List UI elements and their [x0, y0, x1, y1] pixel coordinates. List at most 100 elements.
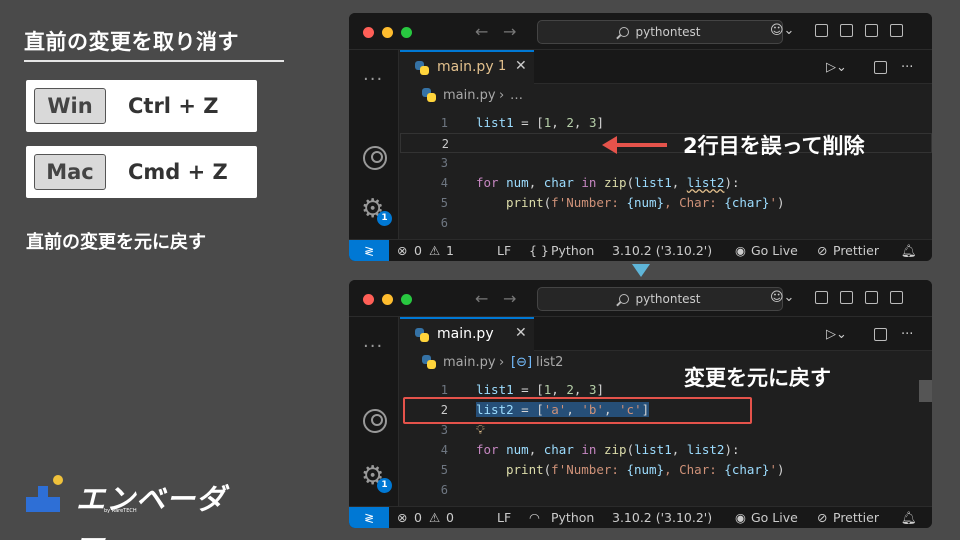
- breadcrumb-separator: ›: [499, 88, 505, 103]
- warnings-icon[interactable]: ⚠: [429, 243, 440, 258]
- run-python-icon[interactable]: ▷⌄: [826, 60, 847, 75]
- tab-main-py[interactable]: main.py 1 ✕: [400, 50, 534, 84]
- toggle-sidebar-icon[interactable]: [840, 24, 853, 37]
- copilot-menu-icon[interactable]: ☺⌄: [770, 290, 794, 305]
- toggle-secondary-sidebar-icon[interactable]: [890, 24, 903, 37]
- python-interpreter[interactable]: 3.10.2 ('3.10.2'): [612, 510, 712, 525]
- maximize-window-button[interactable]: [401, 294, 412, 305]
- breadcrumb-file[interactable]: main.py: [443, 88, 496, 103]
- minimize-window-button[interactable]: [382, 294, 393, 305]
- forward-arrow-icon[interactable]: →: [503, 289, 516, 308]
- line-number: 2: [441, 137, 449, 151]
- code-line: 4 for num, char in zip(list1, list2):: [400, 173, 932, 193]
- account-icon[interactable]: [363, 146, 387, 170]
- errors-icon[interactable]: ⊗: [397, 510, 407, 525]
- more-actions-icon[interactable]: ···: [901, 60, 913, 75]
- account-icon[interactable]: [363, 409, 387, 433]
- split-editor-icon[interactable]: [874, 61, 887, 74]
- breadcrumb-symbol[interactable]: list2: [536, 355, 563, 370]
- notifications-bell-icon[interactable]: 🔔︎: [901, 510, 917, 526]
- breadcrumb-separator: ›: [499, 355, 505, 370]
- broadcast-icon: ◉: [735, 243, 746, 258]
- breadcrumb-symbol[interactable]: …: [510, 88, 523, 103]
- prettier-icon: ⊘: [817, 510, 828, 525]
- minimize-window-button[interactable]: [382, 27, 393, 38]
- python-file-icon: [415, 328, 429, 342]
- copilot-menu-icon[interactable]: ☺⌄: [770, 23, 794, 38]
- more-icon[interactable]: ···: [363, 336, 383, 357]
- line-number: 1: [440, 383, 448, 397]
- search-icon: [619, 27, 630, 37]
- line-number: 1: [440, 116, 448, 130]
- tab-main-py[interactable]: main.py ✕: [400, 317, 534, 351]
- error-count[interactable]: 0: [414, 243, 422, 258]
- prettier-icon: ⊘: [817, 243, 828, 258]
- tab-label: main.py: [437, 59, 494, 75]
- forward-arrow-icon[interactable]: →: [503, 22, 516, 41]
- os-key-win: Win: [34, 88, 106, 124]
- back-arrow-icon[interactable]: ←: [475, 289, 488, 308]
- errors-icon[interactable]: ⊗: [397, 243, 407, 258]
- language-mode[interactable]: Python: [551, 243, 594, 258]
- customize-layout-icon[interactable]: [815, 24, 828, 37]
- close-tab-icon[interactable]: ✕: [515, 325, 527, 341]
- warning-count[interactable]: 1: [446, 243, 454, 258]
- eol-indicator[interactable]: LF: [497, 510, 511, 525]
- warnings-icon[interactable]: ⚠: [429, 510, 440, 525]
- command-center-search[interactable]: pythontest: [537, 287, 783, 311]
- close-tab-icon[interactable]: ✕: [515, 58, 527, 74]
- command-center-search[interactable]: pythontest: [537, 20, 783, 44]
- prettier-status[interactable]: Prettier: [833, 510, 879, 525]
- brand-logo: エンベーダー by RareTECH: [26, 472, 236, 540]
- annotation-arrow-line: [615, 143, 667, 147]
- run-python-icon[interactable]: ▷⌄: [826, 327, 847, 342]
- remote-indicator-icon[interactable]: ≷: [349, 240, 389, 261]
- line-number: 5: [440, 463, 448, 477]
- line-number: 4: [440, 443, 448, 457]
- line-number: 6: [440, 216, 448, 230]
- close-window-button[interactable]: [363, 294, 374, 305]
- more-actions-icon[interactable]: ···: [901, 327, 913, 342]
- close-window-button[interactable]: [363, 27, 374, 38]
- toggle-secondary-sidebar-icon[interactable]: [890, 291, 903, 304]
- status-bar: ≷ ⊗ 0 ⚠ 1 LF { } Python 3.10.2 ('3.10.2'…: [349, 239, 932, 261]
- code-line: 5 print(f'Number: {num}, Char: {char}'): [400, 193, 932, 213]
- python-interpreter[interactable]: 3.10.2 ('3.10.2'): [612, 243, 712, 258]
- breadcrumb-file[interactable]: main.py: [443, 355, 496, 370]
- line-number: 4: [440, 176, 448, 190]
- python-file-icon: [415, 61, 429, 75]
- settings-badge: 1: [377, 211, 392, 226]
- error-count[interactable]: 0: [414, 510, 422, 525]
- remote-indicator-icon[interactable]: ≷: [349, 507, 389, 528]
- settings-badge: 1: [377, 478, 392, 493]
- more-icon[interactable]: ···: [363, 69, 383, 90]
- go-live-button[interactable]: Go Live: [751, 243, 798, 258]
- line-number: 3: [440, 156, 448, 170]
- code-line: 4 for num, char in zip(list1, list2):: [400, 440, 932, 460]
- code-line: 6: [400, 480, 932, 500]
- toggle-sidebar-icon[interactable]: [840, 291, 853, 304]
- lightbulb-icon[interactable]: 💡︎: [476, 422, 485, 438]
- back-arrow-icon[interactable]: ←: [475, 22, 488, 41]
- eol-indicator[interactable]: LF: [497, 243, 511, 258]
- tab-bar: main.py ✕ ▷⌄ ···: [400, 317, 932, 351]
- annotation-deleted: 2行目を誤って削除: [683, 134, 865, 158]
- language-mode[interactable]: Python: [551, 510, 594, 525]
- python-file-icon: [422, 88, 436, 102]
- notifications-bell-icon[interactable]: 🔔︎: [901, 243, 917, 259]
- search-text: pythontest: [635, 292, 701, 306]
- prettier-status[interactable]: Prettier: [833, 243, 879, 258]
- os-key-mac: Mac: [34, 154, 106, 190]
- split-editor-icon[interactable]: [874, 328, 887, 341]
- activity-bar: ··· ⚙ 1: [349, 317, 399, 506]
- maximize-window-button[interactable]: [401, 27, 412, 38]
- warning-count[interactable]: 0: [446, 510, 454, 525]
- search-icon: [619, 294, 630, 304]
- toggle-panel-icon[interactable]: [865, 291, 878, 304]
- toggle-panel-icon[interactable]: [865, 24, 878, 37]
- code-line: 6: [400, 213, 932, 233]
- title-bar: ← → pythontest ☺⌄: [349, 280, 932, 317]
- go-live-button[interactable]: Go Live: [751, 510, 798, 525]
- logo-mark-icon: [26, 475, 63, 512]
- customize-layout-icon[interactable]: [815, 291, 828, 304]
